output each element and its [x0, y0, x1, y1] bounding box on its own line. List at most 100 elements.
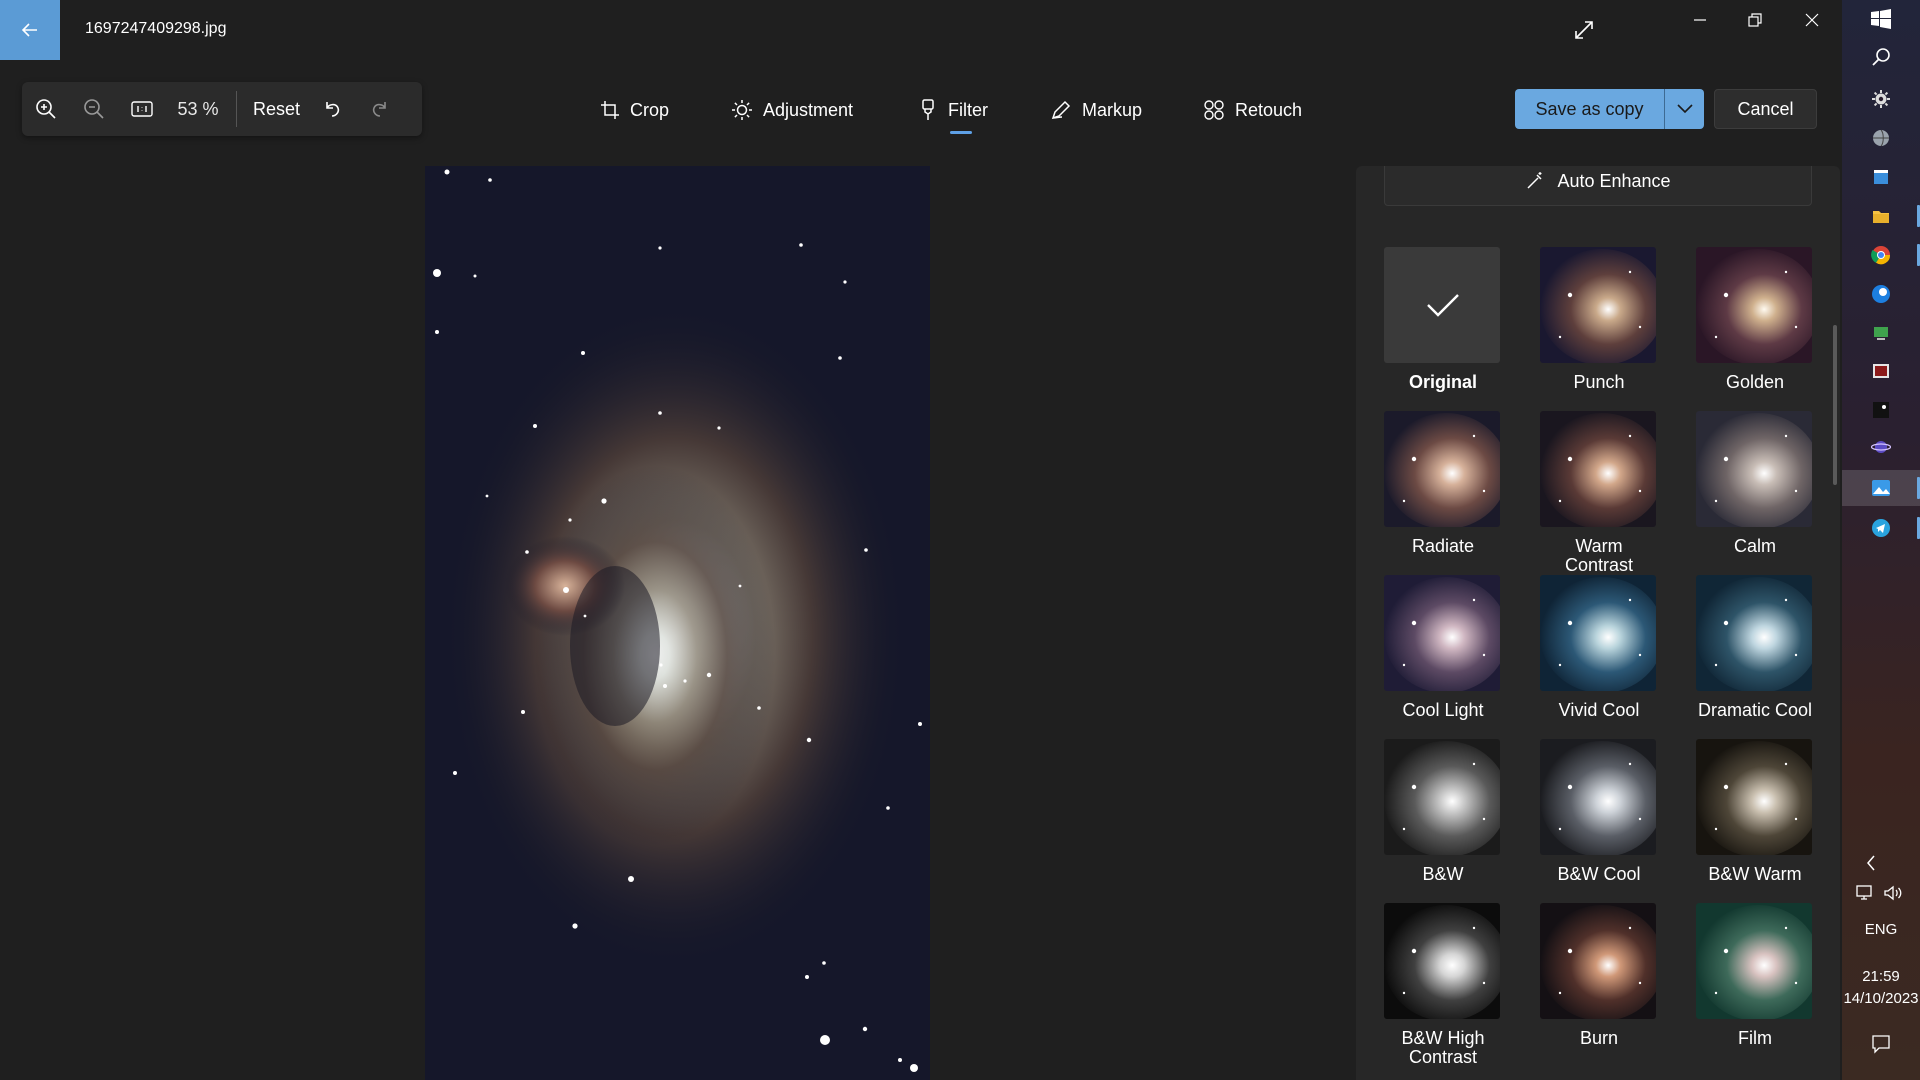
taskbar-app-planet[interactable] [1870, 436, 1892, 458]
tab-markup-label: Markup [1082, 99, 1143, 120]
filter-preview-image [1384, 739, 1500, 855]
filter-label: B&W Cool [1557, 864, 1641, 884]
filter-option-burn[interactable]: Burn [1540, 903, 1658, 1048]
filter-preview-image [1540, 903, 1656, 1019]
minimize-icon [1694, 19, 1706, 21]
filter-option-film[interactable]: Film [1696, 903, 1814, 1048]
filter-thumbnail [1384, 411, 1500, 527]
filter-label: Dramatic Cool [1697, 700, 1813, 720]
planet-icon [1871, 441, 1891, 453]
filter-option-warm-contrast[interactable]: Warm Contrast [1540, 411, 1658, 575]
filter-option-punch[interactable]: Punch [1540, 247, 1658, 392]
filter-label: Warm Contrast [1564, 536, 1634, 575]
filter-preview-image [1540, 411, 1656, 527]
chevron-left-icon [1867, 855, 1875, 871]
input-language[interactable]: ENG [1842, 921, 1920, 938]
taskbar-search[interactable] [1870, 46, 1892, 68]
photos-icon [1872, 480, 1890, 496]
filter-option-radiate[interactable]: Radiate [1384, 411, 1502, 556]
zoom-out-icon [84, 99, 104, 119]
taskbar-photos[interactable] [1870, 477, 1892, 499]
zoom-toolbar: 53 % Reset [22, 82, 422, 136]
filter-option-dramatic-cool[interactable]: Dramatic Cool [1696, 575, 1814, 720]
folder-icon [1873, 211, 1889, 223]
filter-thumbnail [1384, 575, 1500, 691]
taskbar-telegram[interactable] [1870, 517, 1892, 539]
taskbar-app-monitor[interactable] [1870, 322, 1892, 344]
clock-date[interactable]: 14/10/2023 [1842, 990, 1920, 1007]
taskbar-app-media[interactable] [1870, 360, 1892, 382]
taskbar-settings[interactable] [1870, 88, 1892, 110]
fullscreen-button[interactable] [1568, 14, 1600, 46]
arrow-left-icon [21, 23, 37, 37]
filter-preview-image [1384, 903, 1500, 1019]
clock-time[interactable]: 21:59 [1842, 968, 1920, 985]
zoom-in-button[interactable] [22, 82, 70, 136]
taskbar-app-blue[interactable] [1870, 283, 1892, 305]
back-button[interactable] [0, 0, 60, 60]
tab-retouch-label: Retouch [1235, 99, 1303, 120]
monitor-icon [1874, 327, 1888, 340]
show-hidden-icons-button[interactable] [1860, 852, 1882, 874]
volume-button[interactable] [1882, 882, 1904, 904]
auto-enhance-button[interactable]: Auto Enhance [1384, 166, 1812, 206]
zoom-out-button[interactable] [70, 82, 118, 136]
save-as-copy-button[interactable]: Save as copy [1515, 99, 1664, 120]
filter-option-vivid-cool[interactable]: Vivid Cool [1540, 575, 1658, 720]
taskbar-chrome[interactable] [1870, 244, 1892, 266]
undo-button[interactable] [308, 82, 356, 136]
filter-preview-image [1696, 739, 1812, 855]
filter-label: Punch [1573, 372, 1625, 392]
title-bar: 1697247409298.jpg [0, 0, 1842, 60]
tab-retouch[interactable]: Retouch [1203, 95, 1302, 125]
filter-option-golden[interactable]: Golden [1696, 247, 1814, 392]
filter-option-calm[interactable]: Calm [1696, 411, 1814, 556]
tab-filter[interactable]: Filter [918, 95, 988, 125]
taskbar-app-store[interactable] [1870, 166, 1892, 188]
filter-option-original[interactable]: Original [1384, 247, 1502, 392]
tab-adjustment[interactable]: Adjustment [731, 95, 853, 125]
speaker-icon [1884, 885, 1902, 901]
cancel-button[interactable]: Cancel [1714, 89, 1817, 129]
minimize-button[interactable] [1680, 0, 1720, 40]
taskbar-app-terminal[interactable] [1870, 399, 1892, 421]
filter-thumbnail [1540, 411, 1656, 527]
restore-button[interactable] [1735, 0, 1775, 40]
actual-size-button[interactable] [118, 82, 166, 136]
zoom-level[interactable]: 53 % [166, 99, 230, 120]
taskbar-app-globe[interactable] [1870, 127, 1892, 149]
filter-preview-image [1384, 411, 1500, 527]
reset-button[interactable]: Reset [245, 99, 308, 120]
panel-scrollbar[interactable] [1833, 325, 1837, 485]
network-button[interactable] [1854, 882, 1876, 904]
filter-label: Golden [1725, 372, 1785, 392]
tab-markup[interactable]: Markup [1050, 95, 1142, 125]
chevron-down-icon [1676, 104, 1693, 114]
redo-icon [372, 102, 386, 117]
filter-option-bandw[interactable]: B&W [1384, 739, 1502, 884]
filter-label: Film [1738, 1028, 1772, 1048]
filter-option-bandw-high-contrast[interactable]: B&W High Contrast [1384, 903, 1502, 1067]
start-button[interactable] [1870, 8, 1892, 30]
taskbar: ENG 21:59 14/10/2023 [1842, 0, 1920, 1080]
filter-option-cool-light[interactable]: Cool Light [1384, 575, 1502, 720]
network-icon [1856, 885, 1872, 900]
close-button[interactable] [1792, 0, 1832, 40]
filter-thumbnail [1696, 903, 1812, 1019]
save-options-dropdown[interactable] [1665, 89, 1704, 129]
filter-option-bandw-cool[interactable]: B&W Cool [1540, 739, 1658, 884]
notifications-button[interactable] [1870, 1033, 1892, 1055]
photo-canvas[interactable] [425, 166, 930, 1080]
filter-icon [922, 99, 934, 120]
redo-button[interactable] [356, 82, 404, 136]
filter-option-bandw-warm[interactable]: B&W Warm [1696, 739, 1814, 884]
filter-thumbnail [1540, 575, 1656, 691]
filter-label: Burn [1579, 1028, 1619, 1048]
taskbar-file-explorer[interactable] [1870, 205, 1892, 227]
filter-thumbnail [1696, 739, 1812, 855]
tab-adjustment-label: Adjustment [763, 99, 854, 120]
filter-label: Cool Light [1402, 700, 1484, 720]
filter-label: B&W [1422, 864, 1464, 884]
pen-icon [1051, 100, 1071, 120]
tab-crop[interactable]: Crop [600, 95, 669, 125]
